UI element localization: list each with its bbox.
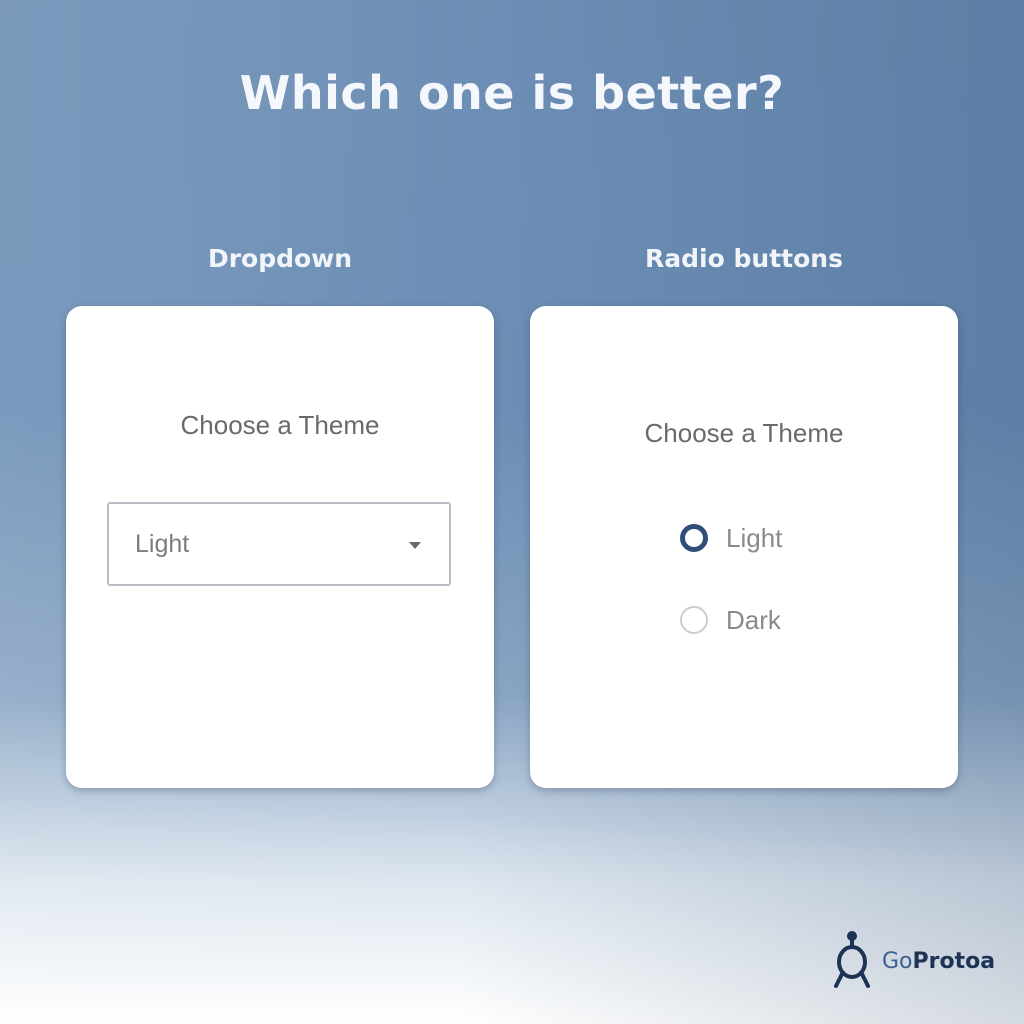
- dropdown-card: Choose a Theme Light: [66, 306, 494, 788]
- radio-button-light[interactable]: [680, 524, 708, 552]
- radio-label-light: Light: [726, 523, 783, 553]
- radio-label-dark: Dark: [726, 605, 781, 635]
- radio-button-dark[interactable]: [680, 606, 708, 634]
- theme-select-value: Light: [135, 530, 190, 558]
- goprotoa-logo-icon: [834, 931, 870, 988]
- theme-select[interactable]: Light: [107, 502, 451, 586]
- radio-card-heading: Choose a Theme: [644, 418, 844, 448]
- logo-prefix: Go: [882, 949, 913, 974]
- goprotoa-logo: GoProtoa: [830, 928, 995, 992]
- logo-wordmark: GoProtoa: [882, 949, 995, 974]
- page-title: Which one is better?: [239, 66, 785, 120]
- radio-column-label: Radio buttons: [645, 244, 843, 273]
- chevron-down-icon: [409, 542, 421, 549]
- radio-card: Choose a Theme Light Dark: [530, 306, 958, 788]
- logo-name: Protoa: [912, 949, 996, 974]
- dropdown-card-heading: Choose a Theme: [180, 410, 380, 440]
- dropdown-column-label: Dropdown: [207, 244, 353, 273]
